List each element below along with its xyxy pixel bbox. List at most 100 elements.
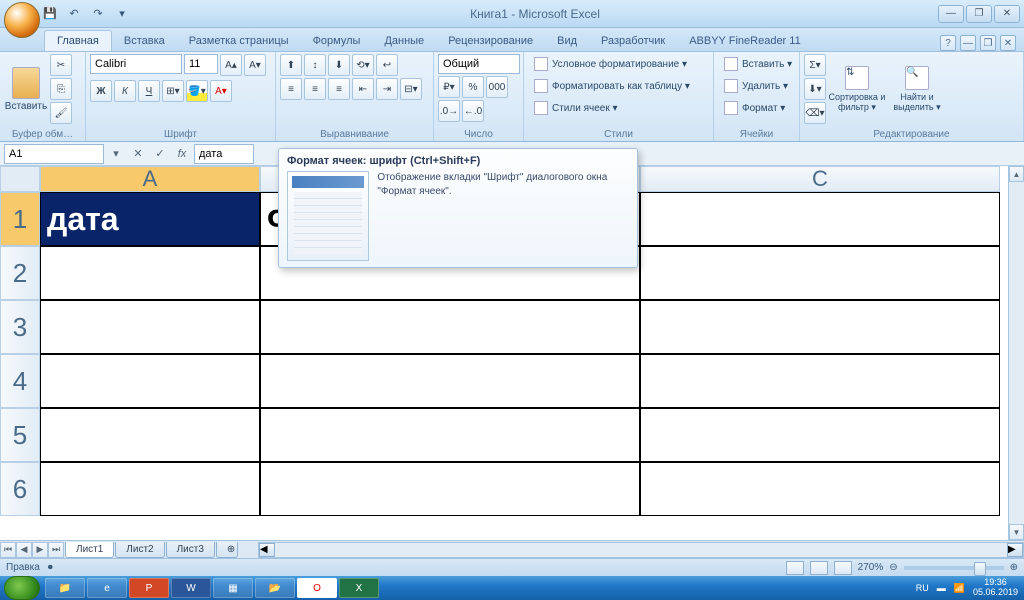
ribbon-restore[interactable]: ❐: [980, 35, 996, 51]
increase-decimal-button[interactable]: .0→: [438, 100, 460, 122]
sheet-tab-new[interactable]: ⊕: [216, 542, 238, 558]
cell-b4[interactable]: [260, 354, 640, 408]
sort-filter-button[interactable]: ⇅ Сортировка и фильтр ▾: [828, 54, 886, 124]
row-header-2[interactable]: 2: [0, 246, 40, 300]
qat-redo[interactable]: ↷: [88, 4, 108, 24]
taskbar-explorer[interactable]: 📁: [45, 578, 85, 598]
fill-button[interactable]: ⬇▾: [804, 78, 826, 100]
tab-developer[interactable]: Разработчик: [589, 31, 677, 51]
taskbar-app1[interactable]: ▦: [213, 578, 253, 598]
format-painter-button[interactable]: 🖌: [50, 102, 72, 124]
increase-font-button[interactable]: A▴: [220, 54, 242, 76]
autosum-button[interactable]: Σ▾: [804, 54, 826, 76]
sheet-nav-last[interactable]: ⏭: [48, 542, 64, 558]
cell-a3[interactable]: [40, 300, 260, 354]
macro-record-icon[interactable]: ⏺: [48, 562, 53, 573]
fill-color-button[interactable]: 🪣▾: [186, 80, 208, 102]
col-header-c[interactable]: C: [640, 166, 1000, 192]
enter-formula-button[interactable]: ✓: [150, 144, 170, 164]
conditional-formatting-button[interactable]: Условное форматирование ▾: [528, 54, 693, 74]
italic-button[interactable]: К: [114, 80, 136, 102]
sheet-tab-3[interactable]: Лист3: [166, 542, 215, 558]
view-page-layout-button[interactable]: [810, 561, 828, 575]
row-header-6[interactable]: 6: [0, 462, 40, 516]
align-bottom-button[interactable]: ⬇: [328, 54, 350, 76]
cell-c5[interactable]: [640, 408, 1000, 462]
tray-clock[interactable]: 19:36 05.06.2019: [973, 578, 1018, 598]
cell-b5[interactable]: [260, 408, 640, 462]
minimize-button[interactable]: —: [938, 5, 964, 23]
cell-a2[interactable]: [40, 246, 260, 300]
hscroll-right[interactable]: ▶: [1007, 543, 1023, 557]
align-center-button[interactable]: ≡: [304, 78, 326, 100]
help-icon[interactable]: ?: [940, 35, 956, 51]
vertical-scrollbar[interactable]: ▲ ▼: [1008, 166, 1024, 540]
ribbon-minimize[interactable]: —: [960, 35, 976, 51]
view-normal-button[interactable]: [786, 561, 804, 575]
close-button[interactable]: ✕: [994, 5, 1020, 23]
format-as-table-button[interactable]: Форматировать как таблицу ▾: [528, 76, 696, 96]
row-header-5[interactable]: 5: [0, 408, 40, 462]
cell-b6[interactable]: [260, 462, 640, 516]
zoom-out-button[interactable]: ⊖: [889, 562, 897, 573]
sheet-tab-1[interactable]: Лист1: [65, 542, 114, 558]
taskbar-ie[interactable]: e: [87, 578, 127, 598]
qat-customize[interactable]: ▾: [112, 4, 132, 24]
taskbar-excel[interactable]: X: [339, 578, 379, 598]
name-box[interactable]: A1: [4, 144, 104, 164]
row-header-3[interactable]: 3: [0, 300, 40, 354]
sheet-nav-first[interactable]: ⏮: [0, 542, 16, 558]
office-button[interactable]: [4, 2, 40, 38]
cell-c1[interactable]: [640, 192, 1000, 246]
font-name-select[interactable]: [90, 54, 182, 74]
insert-function-button[interactable]: fx: [172, 144, 192, 164]
decrease-indent-button[interactable]: ⇤: [352, 78, 374, 100]
taskbar-word[interactable]: W: [171, 578, 211, 598]
cell-a5[interactable]: [40, 408, 260, 462]
qat-save[interactable]: 💾: [40, 4, 60, 24]
cell-styles-button[interactable]: Стили ячеек ▾: [528, 98, 624, 118]
scroll-track[interactable]: [1009, 182, 1024, 524]
start-button[interactable]: [4, 576, 40, 600]
zoom-in-button[interactable]: ⊕: [1010, 562, 1018, 573]
formula-input[interactable]: [194, 144, 254, 164]
cell-c2[interactable]: [640, 246, 1000, 300]
taskbar-folder[interactable]: 📂: [255, 578, 295, 598]
decrease-font-button[interactable]: A▾: [244, 54, 266, 76]
tab-abbyy[interactable]: ABBYY FineReader 11: [677, 31, 813, 51]
cell-a4[interactable]: [40, 354, 260, 408]
ribbon-close[interactable]: ✕: [1000, 35, 1016, 51]
sheet-tab-2[interactable]: Лист2: [115, 542, 164, 558]
format-cells-button[interactable]: Формат ▾: [718, 98, 791, 118]
zoom-level[interactable]: 270%: [858, 562, 884, 573]
horizontal-scrollbar[interactable]: ◀ ▶: [258, 542, 1024, 558]
tab-data[interactable]: Данные: [372, 31, 436, 51]
align-left-button[interactable]: ≡: [280, 78, 302, 100]
percent-button[interactable]: %: [462, 76, 484, 98]
bold-button[interactable]: Ж: [90, 80, 112, 102]
cancel-formula-button[interactable]: ✕: [128, 144, 148, 164]
view-page-break-button[interactable]: [834, 561, 852, 575]
copy-button[interactable]: ⎘: [50, 78, 72, 100]
row-header-1[interactable]: 1: [0, 192, 40, 246]
sheet-nav-next[interactable]: ▶: [32, 542, 48, 558]
row-header-4[interactable]: 4: [0, 354, 40, 408]
currency-button[interactable]: ₽▾: [438, 76, 460, 98]
align-middle-button[interactable]: ↕: [304, 54, 326, 76]
scroll-up-icon[interactable]: ▲: [1009, 166, 1024, 182]
tray-flag-icon[interactable]: ▬: [937, 583, 946, 593]
taskbar-powerpoint[interactable]: P: [129, 578, 169, 598]
scroll-down-icon[interactable]: ▼: [1009, 524, 1024, 540]
cell-c6[interactable]: [640, 462, 1000, 516]
cell-b3[interactable]: [260, 300, 640, 354]
tray-network-icon[interactable]: 📶: [954, 583, 965, 594]
select-all-corner[interactable]: [0, 166, 40, 192]
clear-button[interactable]: ⌫▾: [804, 102, 826, 124]
sheet-nav-prev[interactable]: ◀: [16, 542, 32, 558]
col-header-a[interactable]: A: [40, 166, 260, 192]
tab-formulas[interactable]: Формулы: [301, 31, 373, 51]
cell-c4[interactable]: [640, 354, 1000, 408]
orientation-button[interactable]: ⟲▾: [352, 54, 374, 76]
align-right-button[interactable]: ≡: [328, 78, 350, 100]
align-top-button[interactable]: ⬆: [280, 54, 302, 76]
